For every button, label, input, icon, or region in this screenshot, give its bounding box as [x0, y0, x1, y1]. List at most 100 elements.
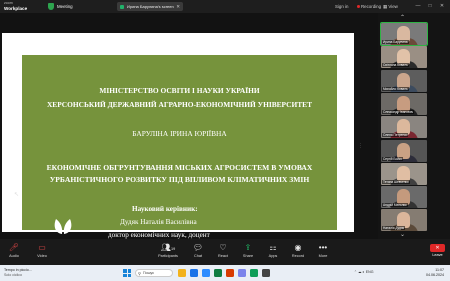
meeting-title: Meeting [57, 4, 73, 9]
participant-name: Світлана Коваль [382, 63, 409, 68]
taskbar-app-icon[interactable] [202, 269, 210, 277]
participant-tile[interactable]: Олександр Іванович [381, 92, 427, 115]
video-label: Video [37, 254, 47, 258]
supervisor-label: Науковий керівник: [132, 205, 198, 213]
chat-label: Chat [193, 254, 203, 258]
record-icon: ◉ [294, 243, 302, 252]
maximize-button[interactable]: □ [426, 2, 434, 10]
view-button[interactable]: ▦ View [383, 4, 398, 10]
participant-name: Сергій Бойко [382, 156, 404, 161]
taskbar-app-icon[interactable] [262, 269, 270, 277]
participant-gallery: ⌃ Ирина Барулина Світлана Коваль Михайло К… [378, 13, 450, 239]
chat-icon: 💬︎ [192, 243, 204, 252]
clock-date: 04.06.2024 [426, 273, 444, 277]
chat-button[interactable]: 💬︎ Chat [186, 242, 210, 263]
close-icon[interactable]: ✕ [176, 4, 180, 10]
mouse-cursor-icon: ↖ [14, 192, 20, 198]
more-label: More [318, 254, 328, 258]
participant-name: Наталія Дудяк [382, 226, 406, 231]
app-logo: zoom Workplace [4, 1, 27, 11]
video-button[interactable]: ▭ Video [30, 242, 54, 263]
thesis-title-line1: ЕКОНОМІЧНЕ ОБГРУНТУВАННЯ МІСЬКИХ АГРОСИС… [46, 163, 313, 172]
taskbar-clock[interactable]: 11:07 04.06.2024 [426, 268, 444, 278]
participant-tile[interactable]: Михайло Коваль [381, 69, 427, 92]
supervisor-name: Дудяк Наталія Василівна [120, 218, 197, 226]
participant-name: Олександр Іванович [382, 109, 415, 114]
recording-indicator[interactable]: Recording [357, 4, 381, 9]
apps-button[interactable]: ⚏ Apps [261, 242, 285, 263]
participant-tile[interactable]: Світлана Коваль [381, 46, 427, 69]
video-off-icon: ▭ [38, 243, 46, 252]
ministry-text: МІНІСТЕРСТВО ОСВІТИ І НАУКИ УКРАЇНИ [99, 86, 260, 95]
participant-name: Олена Петренко [382, 133, 409, 138]
taskbar-search-box[interactable]: ⚲ Пошук [135, 269, 173, 277]
close-window-button[interactable]: ✕ [438, 2, 446, 10]
leave-icon: ✕ [430, 244, 445, 252]
chevron-down-icon[interactable]: ⌄ [400, 231, 405, 238]
more-icon: ••• [318, 243, 328, 252]
chevron-up-icon[interactable]: ⌃ [400, 14, 405, 21]
view-label: View [388, 4, 398, 9]
leave-button[interactable]: ✕ Leave [428, 244, 447, 262]
screen-share-indicator[interactable]: Ирина Барулина's screen ✕ [117, 2, 183, 11]
react-button[interactable]: ♡ React [211, 242, 235, 263]
participant-tile[interactable]: Сергій Бойко [381, 139, 427, 162]
weather-line2: Solo ciclico [4, 273, 22, 277]
meeting-toolbar: 🎤︎ Audio ▭ Video 👥︎19 Participants 💬︎ Ch… [0, 239, 450, 265]
record-button[interactable]: ◉ Record [286, 242, 310, 263]
record-label: Record [291, 254, 305, 258]
presentation-slide: МІНІСТЕРСТВО ОСВІТИ І НАУКИ УКРАЇНИ ХЕРС… [2, 33, 354, 239]
leave-label: Leave [432, 253, 443, 257]
react-label: React [218, 254, 228, 258]
taskbar-app-icon[interactable] [250, 269, 258, 277]
participant-tile[interactable]: Олена Петренко [381, 116, 427, 139]
participant-name: Михайло Коваль [382, 86, 409, 91]
supervisor-degree: доктор економічних наук, доцент [108, 231, 210, 239]
participant-tile[interactable]: Наталія Дудяк [381, 209, 427, 232]
shared-screen-area: МІНІСТЕРСТВО ОСВІТИ І НАУКИ УКРАЇНИ ХЕРС… [0, 13, 378, 239]
recording-label: Recording [361, 4, 382, 9]
taskbar-app-icon[interactable] [238, 269, 246, 277]
participants-count: 19 [170, 247, 176, 251]
taskbar-app-icon[interactable] [190, 269, 198, 277]
share-button[interactable]: ⇪ Share [236, 242, 260, 263]
leaf-logo-icon [54, 219, 72, 234]
participant-tile[interactable]: Тетяна Шевченко [381, 162, 427, 185]
apps-label: Apps [268, 254, 278, 258]
university-text: ХЕРСОНСЬКИЙ ДЕРЖАВНИЙ АГРАРНО-ЕКОНОМІЧНИ… [46, 100, 313, 109]
taskbar-app-icon[interactable] [214, 269, 222, 277]
participant-name: Тетяна Шевченко [382, 179, 410, 184]
taskbar-app-icon[interactable] [226, 269, 234, 277]
language-indicator: ENG [365, 270, 374, 274]
share-screen-icon: ⇪ [244, 243, 252, 252]
more-button[interactable]: ••• More [311, 242, 335, 263]
author-name: БАРУЛІНА ІРИНА ЮРІЇВНА [132, 129, 227, 138]
muted-microphone-icon: 🎤︎ [8, 243, 20, 252]
participant-name: Ирина Барулина [382, 40, 409, 44]
participant-tile[interactable]: Андрій Мельник [381, 186, 427, 209]
zoom-window: zoom Workplace Meeting Ирина Барулина's … [0, 0, 450, 281]
participants-label: Participants [158, 254, 178, 258]
participants-button[interactable]: 👥︎19 Participants [156, 242, 180, 263]
taskbar-app-icon[interactable] [178, 269, 186, 277]
windows-start-icon[interactable] [123, 269, 131, 277]
sign-in-link[interactable]: Sign in [335, 4, 348, 9]
heart-icon: ♡ [219, 243, 227, 252]
share-status-text: Ирина Барулина's screen [127, 4, 174, 9]
audio-button[interactable]: 🎤︎ Audio [2, 242, 26, 263]
participants-icon: 👥︎19 [160, 243, 176, 252]
search-placeholder: Пошук [143, 271, 154, 275]
app-logo-line2: Workplace [4, 6, 28, 11]
weather-widget[interactable]: Tempo in piccio... Solo ciclico [4, 268, 32, 278]
slide-title-panel: МІНІСТЕРСТВО ОСВІТИ І НАУКИ УКРАЇНИ ХЕРС… [22, 55, 337, 239]
search-icon: ⚲ [138, 271, 141, 276]
thesis-title-line2: УРБАНІСТИЧНОГО РОЗВИТКУ ПІД ВПЛИВОМ КЛІМ… [49, 175, 310, 184]
participant-tile[interactable]: Ирина Барулина [380, 22, 428, 46]
system-tray[interactable]: ⌃ ☁ 🔈︎ ENG [354, 270, 374, 274]
security-shield-icon[interactable] [48, 3, 54, 10]
recording-dot-icon [357, 5, 360, 8]
apps-icon: ⚏ [269, 243, 277, 252]
minimize-button[interactable]: — [414, 2, 422, 10]
title-bar: zoom Workplace Meeting Ирина Барулина's … [0, 0, 450, 13]
splitter-handle[interactable]: ⋮ [358, 143, 363, 151]
